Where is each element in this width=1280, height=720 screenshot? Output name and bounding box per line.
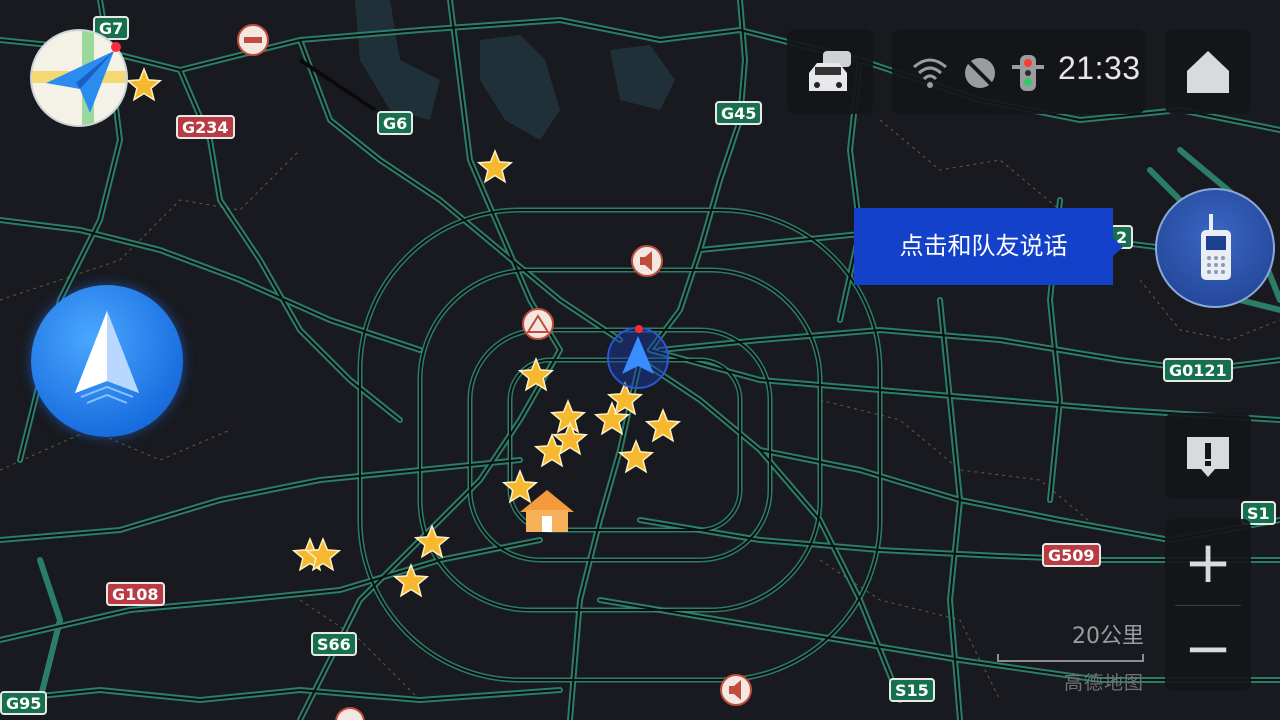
home-icon xyxy=(1187,51,1229,93)
traffic-toggle-button[interactable] xyxy=(787,29,873,114)
wifi-icon xyxy=(913,58,947,88)
scale-label: 20公里 xyxy=(1072,624,1144,649)
gps-off-icon xyxy=(965,58,995,88)
map-scale: 20公里 高德地图 xyxy=(997,618,1144,695)
road-label: G509 xyxy=(1042,543,1101,567)
road-label: S15 xyxy=(889,678,935,702)
no-entry-marker[interactable] xyxy=(237,24,269,56)
broadcast-marker[interactable] xyxy=(720,674,752,706)
road-label: G0121 xyxy=(1163,358,1233,382)
roadwork-marker[interactable] xyxy=(522,308,554,340)
zoom-out-button[interactable]: − xyxy=(1165,605,1251,691)
traffic-light-icon xyxy=(1012,55,1044,91)
report-issue-icon xyxy=(1187,437,1229,477)
talk-to-team-tip[interactable]: 点击和队友说话 xyxy=(854,208,1123,285)
broadcast-marker[interactable] xyxy=(631,245,663,277)
walkie-talkie-button[interactable] xyxy=(1155,188,1275,308)
clock: 21:33 xyxy=(1058,50,1141,86)
road-label: G234 xyxy=(176,115,235,139)
zoom-in-button[interactable]: + xyxy=(1165,519,1251,605)
scale-bar xyxy=(997,654,1144,662)
road-label: G108 xyxy=(106,582,165,606)
nav-arrow-icon xyxy=(75,311,139,404)
start-navigation-button[interactable] xyxy=(31,285,183,437)
zoom-controls: + − xyxy=(1165,519,1251,691)
traffic-cars-icon xyxy=(809,51,851,91)
home-button[interactable] xyxy=(1165,29,1251,114)
road-label: G6 xyxy=(377,111,414,135)
road-label: G95 xyxy=(0,691,48,715)
road-label: G45 xyxy=(715,101,763,125)
report-issue-button[interactable] xyxy=(1165,413,1251,499)
walkie-talkie-icon xyxy=(1201,214,1231,280)
road-label: S66 xyxy=(311,632,357,656)
notification-dot xyxy=(111,42,121,52)
brand-watermark: 高德地图 xyxy=(1063,672,1144,694)
